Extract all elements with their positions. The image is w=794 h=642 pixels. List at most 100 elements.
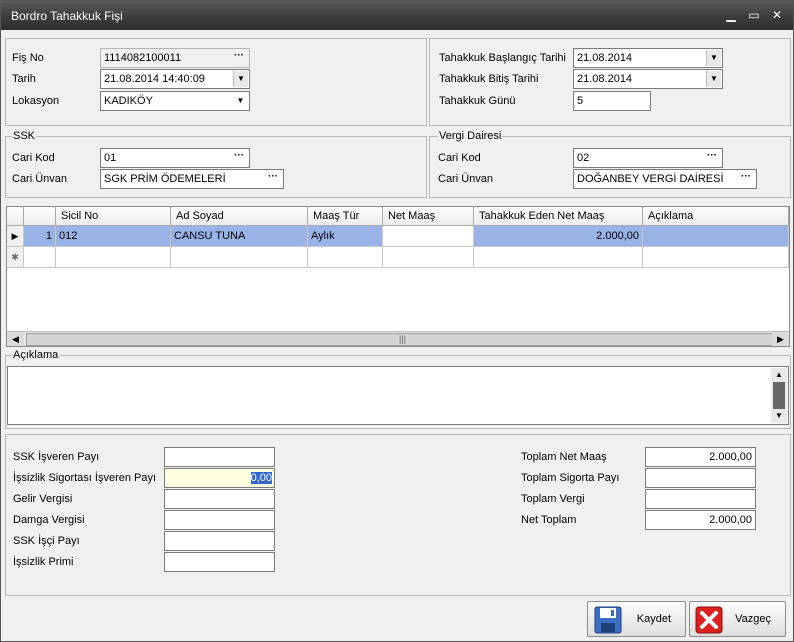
scroll-up-icon[interactable]: ▲ <box>771 368 787 382</box>
horizontal-scrollbar[interactable]: ◀ ||| ▶ <box>7 331 789 346</box>
grid-corner <box>7 207 24 226</box>
tarih-field[interactable]: 21.08.2014 14:40:09 ▼ <box>100 69 250 89</box>
chevron-down-icon[interactable]: ▼ <box>706 71 721 87</box>
scroll-thumb[interactable]: ||| <box>26 333 779 346</box>
save-button[interactable]: Kaydet <box>587 601 686 637</box>
issizlik-isveren-field[interactable]: 0,00 <box>164 468 275 488</box>
row-indicator-arrow-icon[interactable]: ▶ <box>7 226 24 247</box>
cancel-label: Vazgeç <box>735 613 771 625</box>
chevron-down-icon[interactable]: ▼ <box>233 71 248 87</box>
new-row-cell[interactable] <box>383 247 474 268</box>
lokasyon-label: Lokasyon <box>12 95 60 107</box>
new-row-cell[interactable] <box>171 247 308 268</box>
fis-no-label: Fiş No <box>12 52 44 64</box>
new-row-cell[interactable] <box>24 247 56 268</box>
issizlik-primi-field[interactable] <box>164 552 275 572</box>
gun-field[interactable]: 5 <box>573 91 651 111</box>
scroll-thumb[interactable] <box>773 382 785 409</box>
gelir-vergisi-field[interactable] <box>164 489 275 509</box>
window-title: Bordro Tahakkuk Fişi <box>11 9 123 23</box>
col-header-net-maas[interactable]: Net Maaş <box>383 207 474 226</box>
col-header-aciklama[interactable]: Açıklama <box>643 207 789 226</box>
chevron-down-icon[interactable]: ▼ <box>233 93 248 109</box>
fis-no-value: 1114082100011 <box>104 52 182 64</box>
bordro-grid[interactable]: Sicil No Ad Soyad Maaş Tür Net Maaş Taha… <box>6 206 790 347</box>
scroll-left-icon[interactable]: ◀ <box>7 332 24 346</box>
ellipsis-icon[interactable]: ··· <box>704 149 720 167</box>
totals-panel: SSK İşveren Payı İşsizlik Sigortası İşve… <box>5 434 791 596</box>
vergi-cari-unvan-label: Cari Ünvan <box>438 173 494 185</box>
new-row-cell[interactable] <box>474 247 643 268</box>
table-cell-aciklama[interactable] <box>643 226 789 247</box>
vergi-group-label: Vergi Dairesi <box>438 130 503 142</box>
scroll-right-icon[interactable]: ▶ <box>772 332 789 346</box>
vertical-scrollbar[interactable]: ▲ ▼ <box>771 368 787 423</box>
tarih-label: Tarih <box>12 73 36 85</box>
new-row-cell[interactable] <box>56 247 171 268</box>
col-header-ad-soyad[interactable]: Ad Soyad <box>171 207 308 226</box>
bordro-tahakkuk-window: Bordro Tahakkuk Fişi ▁ ▭ ✕ Fiş No 111408… <box>0 0 794 642</box>
damga-vergisi-label: Damga Vergisi <box>13 514 85 526</box>
toplam-sigorta-field[interactable] <box>645 468 756 488</box>
scroll-down-icon[interactable]: ▼ <box>771 409 787 423</box>
grid-empty-area <box>7 268 789 331</box>
bitis-value: 21.08.2014 <box>577 73 633 85</box>
table-cell-tahakkuk-net[interactable]: 2.000,00 <box>474 226 643 247</box>
lokasyon-value: KADIKÖY <box>104 95 153 107</box>
toplam-net-field[interactable]: 2.000,00 <box>645 447 756 467</box>
table-cell-sicil-no[interactable]: 012 <box>56 226 171 247</box>
gun-value: 5 <box>577 95 584 107</box>
ssk-cari-unvan-field[interactable]: SGK PRİM ÖDEMELERİ ··· <box>100 169 284 189</box>
vergi-cari-kod-field[interactable]: 02 ··· <box>573 148 723 168</box>
issizlik-isveren-value: 0,00 <box>250 472 272 484</box>
ssk-isveren-label: SSK İşveren Payı <box>13 451 100 463</box>
ellipsis-icon[interactable]: ··· <box>265 170 281 188</box>
baslangic-value: 21.08.2014 <box>577 52 633 64</box>
table-cell-ad-soyad[interactable]: CANSU TUNA <box>171 226 308 247</box>
maximize-icon[interactable]: ▭ <box>743 6 765 24</box>
damga-vergisi-field[interactable] <box>164 510 275 530</box>
vergi-cari-kod-value: 02 <box>577 152 590 164</box>
close-icon[interactable]: ✕ <box>766 6 788 24</box>
header-left-panel: Fiş No 1114082100011 ··· Tarih 21.08.201… <box>5 38 427 126</box>
ellipsis-icon[interactable]: ··· <box>738 170 754 188</box>
fis-no-field[interactable]: 1114082100011 ··· <box>100 48 250 68</box>
table-cell-net-maas[interactable] <box>383 226 474 247</box>
aciklama-textarea[interactable]: ▲ ▼ <box>7 366 789 425</box>
row-no-header <box>24 207 56 226</box>
ssk-cari-kod-field[interactable]: 01 ··· <box>100 148 250 168</box>
toplam-sigorta-label: Toplam Sigorta Payı <box>521 472 620 484</box>
issizlik-isveren-label: İşsizlik Sigortası İşveren Payı <box>13 472 157 484</box>
vergi-cari-unvan-field[interactable]: DOĞANBEY VERGİ DAİRESİ ··· <box>573 169 757 189</box>
vergi-cari-kod-label: Cari Kod <box>438 152 481 164</box>
ssk-cari-unvan-label: Cari Ünvan <box>12 173 68 185</box>
chevron-down-icon[interactable]: ▼ <box>706 50 721 66</box>
new-row-cell[interactable] <box>643 247 789 268</box>
toplam-vergi-label: Toplam Vergi <box>521 493 585 505</box>
red-x-icon <box>695 606 723 634</box>
bitis-label: Tahakkuk Bitiş Tarihi <box>439 73 539 85</box>
new-row-cell[interactable] <box>308 247 383 268</box>
ssk-cari-kod-value: 01 <box>104 152 117 164</box>
col-header-tahakkuk-net[interactable]: Tahakkuk Eden Net Maaş <box>474 207 643 226</box>
minimize-icon[interactable]: ▁ <box>720 6 742 24</box>
title-bar: Bordro Tahakkuk Fişi ▁ ▭ ✕ <box>1 1 793 30</box>
ssk-group: Cari Kod 01 ··· Cari Ünvan SGK PRİM ÖDEM… <box>5 136 427 198</box>
bitis-date-field[interactable]: 21.08.2014 ▼ <box>573 69 723 89</box>
floppy-disk-icon <box>594 606 622 634</box>
table-row-number[interactable]: 1 <box>24 226 56 247</box>
toplam-vergi-field[interactable] <box>645 489 756 509</box>
ssk-isci-field[interactable] <box>164 531 275 551</box>
ellipsis-icon[interactable]: ··· <box>231 49 247 67</box>
ellipsis-icon[interactable]: ··· <box>231 149 247 167</box>
net-toplam-field[interactable]: 2.000,00 <box>645 510 756 530</box>
col-header-maas-tur[interactable]: Maaş Tür <box>308 207 383 226</box>
col-header-sicil-no[interactable]: Sicil No <box>56 207 171 226</box>
table-cell-maas-tur[interactable]: Aylık <box>308 226 383 247</box>
ssk-cari-kod-label: Cari Kod <box>12 152 55 164</box>
issizlik-primi-label: İşsizlik Primi <box>13 556 74 568</box>
lokasyon-select[interactable]: KADIKÖY ▼ <box>100 91 250 111</box>
cancel-button[interactable]: Vazgeç <box>689 601 786 637</box>
baslangic-date-field[interactable]: 21.08.2014 ▼ <box>573 48 723 68</box>
ssk-isveren-field[interactable] <box>164 447 275 467</box>
